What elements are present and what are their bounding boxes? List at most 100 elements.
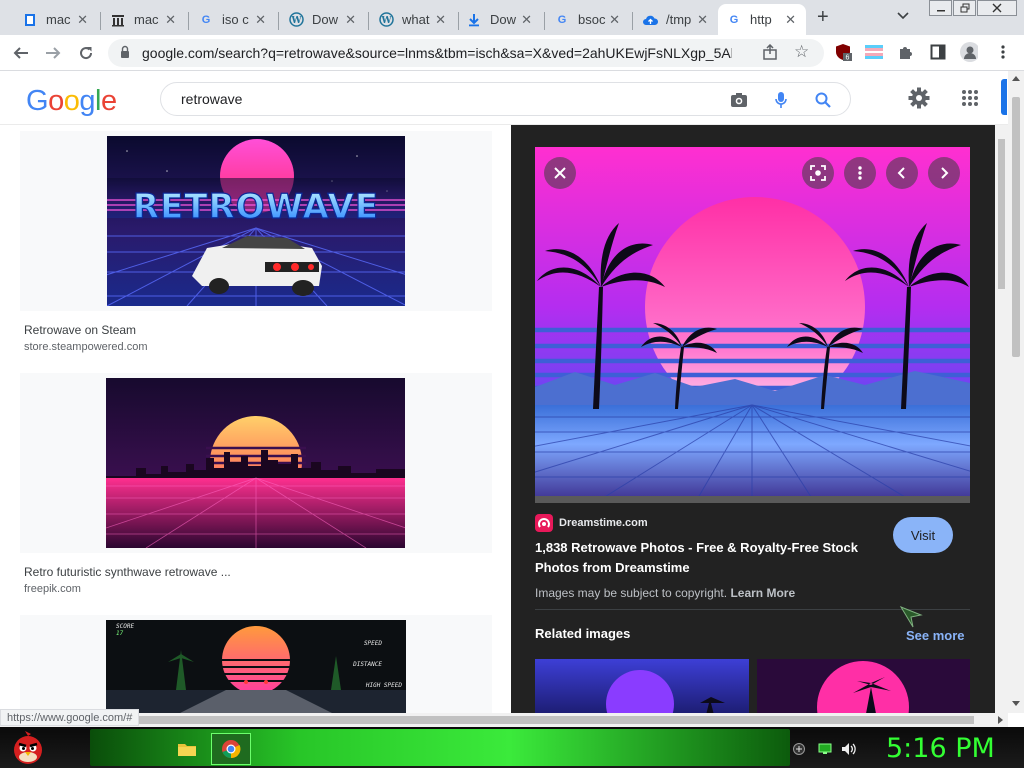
close-tab-icon[interactable]: ✕ [435,12,446,28]
close-tab-icon[interactable]: ✕ [521,12,532,28]
back-button[interactable] [10,42,32,64]
close-preview-button[interactable] [544,157,576,189]
page-vertical-scrollbar[interactable] [1008,71,1024,713]
taskbar-chrome-button[interactable] [211,733,251,765]
close-tab-icon[interactable]: ✕ [697,12,708,28]
visit-button[interactable]: Visit [893,517,953,553]
tab-5[interactable]: W what ✕ [370,4,456,35]
preview-title[interactable]: 1,838 Retrowave Photos - Free & Royalty-… [535,538,875,578]
close-tab-icon[interactable]: ✕ [255,12,266,28]
tab-6[interactable]: Dow ✕ [458,4,542,35]
tab-8[interactable]: /tmp ✕ [634,4,718,35]
camera-lens-icon[interactable] [728,89,750,111]
preview-source-site[interactable]: Dreamstime.com [535,514,648,532]
mouse-cursor-icon [899,605,923,628]
flag-extension-icon[interactable] [865,43,883,61]
google-lens-button[interactable] [802,157,834,189]
result-source[interactable]: freepik.com [24,583,492,595]
more-options-button[interactable] [844,157,876,189]
retrowave-steam-thumbnail[interactable]: RETROWAVE [107,136,405,306]
tab-4[interactable]: W Dow ✕ [280,4,366,35]
back-arrow-icon [13,47,28,59]
hud-score-value: 17 [116,630,124,637]
image-result-card[interactable]: RETROWAVE Retrowave on Steam store.steam… [20,131,492,353]
previous-image-button[interactable] [886,157,918,189]
ublock-extension-icon[interactable]: 6 [834,43,852,61]
tab-title: bsoc [578,12,606,27]
search-query[interactable]: retrowave [181,91,242,107]
address-bar[interactable]: google.com/search?q=retrowave&source=lnm… [108,39,824,67]
panel-scroll-thumb[interactable] [998,139,1005,289]
page-scroll-thumb[interactable] [1012,97,1020,357]
start-menu-angry-bird-icon[interactable] [10,730,46,766]
horizontal-scroll-thumb[interactable] [18,716,974,724]
file-manager-folder-icon[interactable] [172,734,202,764]
reload-button[interactable] [75,42,97,64]
url-text[interactable]: google.com/search?q=retrowave&source=lnm… [142,45,732,61]
retro-racing-game-thumbnail[interactable]: SCORE 17 SPEED DISTANCE HIGH SPEED [106,620,406,713]
related-image-2[interactable] [757,659,970,713]
minimize-button[interactable] [929,0,952,16]
chevron-left-icon [897,167,905,179]
result-thumbnail-wrap[interactable] [20,373,492,553]
result-title[interactable]: Retrowave on Steam [24,323,492,337]
result-title[interactable]: Retro futuristic synthwave retrowave ... [24,565,492,579]
tab-search-chevron-icon[interactable] [897,8,909,23]
google-g-icon: G [729,13,739,26]
related-images-heading: Related images [535,626,631,641]
scroll-right-arrow-icon[interactable] [998,716,1004,724]
google-logo[interactable]: Google [26,84,117,125]
panel-scrollbar[interactable] [995,125,1008,713]
synthwave-city-thumbnail[interactable] [106,378,405,548]
sign-in-button-edge[interactable] [1001,79,1007,115]
close-tab-icon[interactable]: ✕ [345,12,356,28]
tab-title: Dow [490,12,517,27]
bookmark-star-icon[interactable]: ☆ [794,42,809,62]
close-tab-icon[interactable]: ✕ [609,12,620,28]
close-tab-icon[interactable]: ✕ [785,12,796,28]
close-tab-icon[interactable]: ✕ [165,12,176,28]
close-window-button[interactable] [977,0,1017,16]
tray-display-icon[interactable] [817,742,833,756]
svg-text:W: W [380,16,392,26]
search-icon[interactable] [812,89,834,111]
tray-network-icon[interactable] [791,742,807,756]
see-more-link[interactable]: See more [906,628,965,643]
close-tab-icon[interactable]: ✕ [77,12,88,28]
image-result-card[interactable]: SCORE 17 SPEED DISTANCE HIGH SPEED [20,615,492,713]
tab-1[interactable]: mac ✕ [14,4,98,35]
taskbar-clock[interactable]: 5:16 PM [886,733,995,764]
preview-image[interactable] [535,147,970,503]
preview-site-name: Dreamstime.com [559,517,648,529]
tab-title: http [750,12,772,27]
tab-7[interactable]: G bsoc ✕ [546,4,630,35]
scroll-up-arrow-icon[interactable] [1012,75,1020,81]
profile-avatar-icon[interactable] [960,42,978,62]
page-horizontal-scrollbar[interactable] [0,713,1008,727]
tab-2[interactable]: mac ✕ [102,4,186,35]
tab-title: iso c [222,12,249,27]
tab-3[interactable]: G iso c ✕ [190,4,276,35]
result-source[interactable]: store.steampowered.com [24,341,492,353]
learn-more-link[interactable]: Learn More [730,586,795,600]
scroll-down-arrow-icon[interactable] [1012,701,1020,707]
tab-9-active[interactable]: G http ✕ [718,4,806,35]
search-box[interactable]: retrowave [160,82,851,116]
browser-menu-icon[interactable] [994,43,1012,61]
side-panel-icon[interactable] [929,43,947,61]
new-tab-button[interactable]: + [817,6,829,29]
forward-button[interactable] [42,42,64,64]
result-thumbnail-wrap[interactable]: RETROWAVE [20,131,492,311]
settings-gear-icon[interactable] [907,86,931,110]
close-icon [554,167,566,179]
related-image-1[interactable] [535,659,749,713]
next-image-button[interactable] [928,157,960,189]
tray-volume-icon[interactable] [841,742,857,756]
result-thumbnail-wrap[interactable]: SCORE 17 SPEED DISTANCE HIGH SPEED [20,615,492,713]
image-result-card[interactable]: Retro futuristic synthwave retrowave ...… [20,373,492,595]
microphone-icon[interactable] [770,89,792,111]
extensions-puzzle-icon[interactable] [897,43,915,61]
maximize-button[interactable] [953,0,976,16]
apps-grid-icon[interactable] [958,86,982,110]
share-icon[interactable] [762,43,778,63]
